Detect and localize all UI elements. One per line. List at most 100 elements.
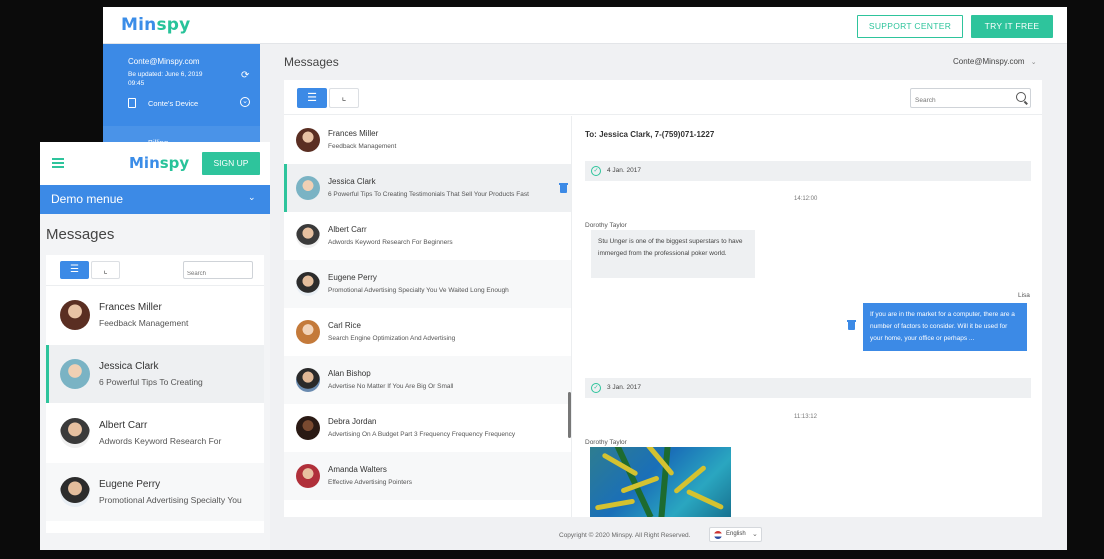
support-center-button[interactable]: SUPPORT CENTER [857, 15, 963, 38]
search-box[interactable] [910, 88, 1031, 110]
chevron-down-icon: ⌄ [1030, 59, 1037, 66]
conversation-item[interactable]: Frances Miller Feedback Management [46, 286, 264, 344]
sender-name: Lisa [1018, 292, 1030, 299]
message-subject: 6 Powerful Tips To Creating [99, 377, 203, 387]
message-time: 11:13:12 [794, 414, 817, 420]
conversation-item[interactable]: Amanda Walters Effective Advertising Poi… [284, 452, 571, 500]
account-email: Conte@Minspy.com [128, 57, 200, 66]
avatar [296, 368, 320, 392]
search-box[interactable] [183, 261, 253, 282]
conversation-item[interactable]: Alan Bishop Advertise No Matter If You A… [284, 356, 571, 404]
sender-name: Dorothy Taylor [585, 222, 627, 229]
sender-name: Dorothy Taylor [585, 439, 627, 446]
copyright-text: Copyright © 2020 Minspy. All Right Reser… [559, 532, 691, 539]
message-image[interactable] [590, 447, 731, 517]
check-circle-icon: ✓ [591, 166, 601, 176]
avatar [60, 477, 90, 507]
conversation-item[interactable]: Carl Rice Search Engine Optimization And… [284, 308, 571, 356]
date-label: 4 Jan. 2017 [607, 167, 641, 174]
avatar [296, 416, 320, 440]
device-icon [128, 98, 136, 108]
contact-name: Eugene Perry [99, 479, 161, 490]
search-input[interactable] [184, 266, 250, 282]
message-subject: Adwords Keyword Research For Beginners [328, 239, 453, 246]
trash-icon[interactable] [847, 320, 856, 330]
refresh-icon[interactable]: ⟳ [241, 70, 249, 81]
contact-name: Albert Carr [328, 225, 367, 234]
message-subject: Feedback Management [99, 318, 189, 328]
avatar [296, 464, 320, 488]
mobile-window: Minspy SIGN UP Demo menue ⌄ Messages ☰ ⌞… [40, 142, 270, 550]
brand-logo[interactable]: Minspy [121, 15, 190, 35]
try-it-free-button[interactable]: TRY IT FREE [971, 15, 1053, 38]
contact-name: Amanda Walters [328, 465, 387, 474]
list-view-button[interactable]: ☰ [60, 261, 89, 279]
language-select[interactable]: English ⌄ [709, 527, 762, 542]
trash-icon[interactable] [559, 183, 568, 193]
chart-icon: ⌞ [341, 92, 347, 103]
outgoing-message: If you are in the market for a computer,… [863, 303, 1027, 351]
date-divider: ✓ 4 Jan. 2017 [585, 161, 1031, 181]
check-circle-icon: ✓ [591, 383, 601, 393]
demo-menu-label: Demo menue [51, 192, 124, 206]
chevron-down-icon[interactable]: ⌄ [240, 97, 250, 107]
messages-panel: ☰ ⌞ Frances Miller Feedback Management J… [284, 80, 1042, 517]
updated-time: Be updated: June 6, 2019 09:45 [128, 71, 203, 87]
chevron-down-icon: ⌄ [248, 192, 256, 202]
user-menu[interactable]: Conte@Minspy.com ⌄ [953, 57, 1037, 66]
message-subject: 6 Powerful Tips To Creating Testimonials… [328, 191, 529, 198]
avatar [296, 224, 320, 248]
hamburger-icon[interactable] [52, 158, 64, 168]
avatar [60, 359, 90, 389]
contact-name: Carl Rice [328, 321, 361, 330]
search-icon[interactable] [1016, 92, 1026, 102]
date-label: 3 Jan. 2017 [607, 384, 641, 391]
chat-view: To: Jessica Clark, 7-(759)071-1227 ✓ 4 J… [573, 116, 1042, 517]
avatar [60, 300, 90, 330]
contact-name: Frances Miller [99, 302, 162, 313]
conversation-item[interactable]: Albert Carr Adwords Keyword Research For [46, 404, 264, 462]
conversation-item[interactable]: Eugene Perry Promotional Advertising Spe… [284, 260, 571, 308]
brand-logo[interactable]: Minspy [129, 154, 189, 172]
message-subject: Adwords Keyword Research For [99, 436, 222, 446]
conversation-list: Frances Miller Feedback Management Jessi… [284, 116, 572, 517]
page-title: Messages [284, 55, 339, 69]
conversation-item[interactable]: Jessica Clark 6 Powerful Tips To Creatin… [284, 164, 571, 212]
search-input[interactable] [911, 91, 1006, 110]
conversation-item[interactable]: Frances Miller Feedback Management [284, 116, 571, 164]
chart-view-button[interactable]: ⌞ [329, 88, 359, 108]
message-subject: Promotional Advertising Specialty You Ve… [328, 287, 509, 294]
message-time: 14:12:00 [794, 196, 818, 202]
list-icon: ☰ [307, 92, 317, 104]
list-icon: ☰ [70, 264, 79, 275]
chart-view-button[interactable]: ⌞ [91, 261, 120, 279]
messages-toolbar: ☰ ⌞ [284, 80, 1042, 115]
conversation-item[interactable]: Debra Jordan Advertising On A Budget Par… [284, 404, 571, 452]
message-subject: Advertise No Matter If You Are Big Or Sm… [328, 383, 454, 390]
list-view-button[interactable]: ☰ [297, 88, 327, 108]
message-subject: Effective Advertising Pointers [328, 479, 413, 486]
contact-name: Alan Bishop [328, 369, 371, 378]
scrollbar[interactable] [568, 392, 571, 438]
sign-up-button[interactable]: SIGN UP [202, 152, 260, 175]
top-bar: Minspy SUPPORT CENTER TRY IT FREE [103, 7, 1067, 44]
conversation-item[interactable]: Eugene Perry Promotional Advertising Spe… [46, 463, 264, 521]
contact-name: Eugene Perry [328, 273, 377, 282]
avatar [296, 272, 320, 296]
contact-name: Jessica Clark [328, 177, 376, 186]
flag-icon [714, 531, 722, 539]
demo-menu-dropdown[interactable]: Demo menue ⌄ [40, 185, 270, 214]
message-subject: Promotional Advertising Specialty You [99, 495, 242, 505]
mobile-toolbar: ☰ ⌞ [46, 255, 264, 286]
chart-icon: ⌞ [103, 265, 108, 275]
mobile-top-bar: Minspy SIGN UP [40, 142, 270, 185]
device-name[interactable]: Conte's Device [148, 99, 198, 108]
conversation-item[interactable]: Albert Carr Adwords Keyword Research For… [284, 212, 571, 260]
chevron-down-icon: ⌄ [752, 531, 758, 538]
mobile-messages-panel: ☰ ⌞ Frances Miller Feedback Management J… [46, 255, 264, 533]
conversation-item[interactable]: Jessica Clark 6 Powerful Tips To Creatin… [46, 345, 264, 403]
avatar [296, 176, 320, 200]
chat-recipient: To: Jessica Clark, 7-(759)071-1227 [585, 130, 715, 139]
contact-name: Debra Jordan [328, 417, 377, 426]
contact-name: Frances Miller [328, 129, 379, 138]
